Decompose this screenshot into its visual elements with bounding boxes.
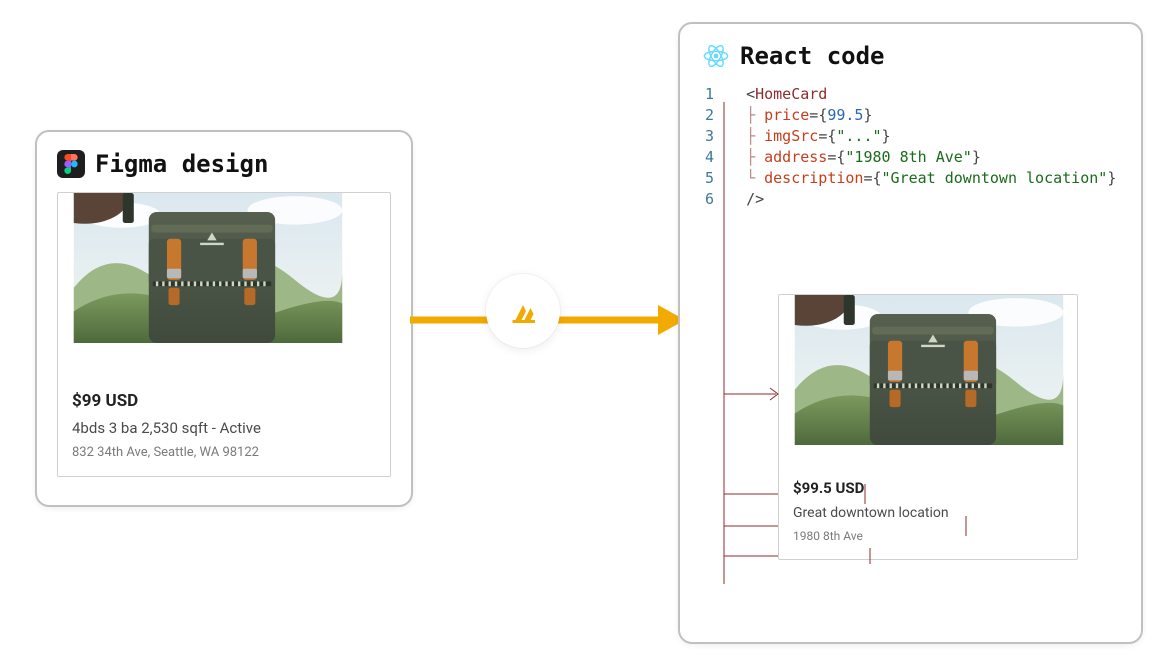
code-token: description (764, 168, 863, 189)
card-image (779, 295, 1077, 467)
code-line-5: 5 └ description={"Great downtown locatio… (700, 168, 1119, 189)
figma-design-panel: Figma design $99 USD 4bds 3 ba 2,530 sqf… (35, 130, 413, 507)
code-token: { (827, 126, 836, 147)
code-token: "1980 8th Ave" (845, 147, 971, 168)
code-line-3: 3 ├ imgSrc={"..."} (700, 126, 1119, 147)
code-token: address (764, 147, 827, 168)
card-body: $99 USD 4bds 3 ba 2,530 sqft - Active 83… (58, 379, 390, 476)
panel-header: Figma design (57, 150, 391, 178)
card-price: $99 USD (72, 391, 376, 411)
amplify-icon (486, 274, 560, 348)
panel-title: Figma design (95, 150, 268, 178)
line-number: 2 (700, 105, 728, 126)
code-token: "..." (836, 126, 881, 147)
code-token: < (746, 84, 755, 105)
code-token: ├ (746, 126, 764, 147)
code-token: } (863, 105, 872, 126)
code-token: price (764, 105, 809, 126)
code-line-1: 1 <HomeCard (700, 84, 1119, 105)
card-price: $99.5 USD (793, 479, 1063, 497)
line-number: 4 (700, 147, 728, 168)
code-token: { (873, 168, 882, 189)
line-number: 5 (700, 168, 728, 189)
code-token: └ (746, 168, 764, 189)
react-code-panel: React code 1 <HomeCard 2 ├ price={99.5} … (678, 22, 1143, 644)
panel-header: React code (702, 42, 1119, 70)
code-token: /> (746, 189, 764, 210)
code-token: "Great downtown location" (882, 168, 1108, 189)
code-token: } (1107, 168, 1116, 189)
code-line-4: 4 ├ address={"1980 8th Ave"} (700, 147, 1119, 168)
rendered-card-wrap: $99.5 USD Great downtown location 1980 8… (778, 294, 1078, 560)
code-line-2: 2 ├ price={99.5} (700, 105, 1119, 126)
card-image (58, 193, 390, 379)
card-description: 4bds 3 ba 2,530 sqft - Active (72, 419, 376, 437)
code-token: HomeCard (755, 84, 827, 105)
line-number: 6 (700, 189, 728, 210)
code-token: } (882, 126, 891, 147)
design-card: $99 USD 4bds 3 ba 2,530 sqft - Active 83… (57, 192, 391, 477)
panel-title: React code (740, 42, 885, 70)
figma-icon (57, 150, 85, 178)
code-block: 1 <HomeCard 2 ├ price={99.5} 3 ├ imgSrc=… (700, 84, 1119, 210)
rendered-card: $99.5 USD Great downtown location 1980 8… (778, 294, 1078, 560)
card-body: $99.5 USD Great downtown location 1980 8… (779, 467, 1077, 559)
code-token: { (836, 147, 845, 168)
card-description: Great downtown location (793, 505, 1063, 521)
code-token: { (818, 105, 827, 126)
code-line-6: 6 /> (700, 189, 1119, 210)
code-token: 99.5 (827, 105, 863, 126)
code-token: = (818, 126, 827, 147)
code-token: } (972, 147, 981, 168)
react-icon (702, 42, 730, 70)
line-number: 3 (700, 126, 728, 147)
code-token: imgSrc (764, 126, 818, 147)
card-address: 1980 8th Ave (793, 529, 1063, 543)
code-token: ├ (746, 147, 764, 168)
code-token: = (827, 147, 836, 168)
card-address: 832 34th Ave, Seattle, WA 98122 (72, 445, 376, 460)
code-token: = (863, 168, 872, 189)
code-token: ├ (746, 105, 764, 126)
code-token: = (809, 105, 818, 126)
line-number: 1 (700, 84, 728, 105)
